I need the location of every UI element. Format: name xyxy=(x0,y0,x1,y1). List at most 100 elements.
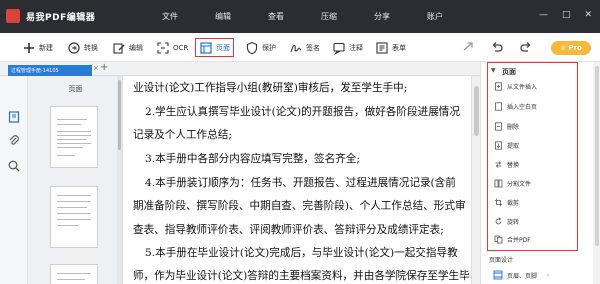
menu-account[interactable]: 账户 xyxy=(427,11,480,22)
page-thumbnail[interactable] xyxy=(50,264,98,284)
comment-button[interactable]: 注释 xyxy=(332,38,363,57)
header-footer-icon xyxy=(493,270,503,280)
crop-item[interactable]: 裁剪 xyxy=(494,198,519,207)
delete-item[interactable]: 删除 xyxy=(494,122,519,131)
page-thumbnail-panel: 页面 xyxy=(28,76,123,284)
delete-icon xyxy=(495,122,502,131)
protect-button[interactable]: 保护 xyxy=(245,38,276,57)
edit-button[interactable]: 编辑 xyxy=(112,38,143,57)
maximize-icon[interactable]: □ xyxy=(562,10,571,20)
page-tools-panel: ▼ 页面 从文件插入 插入空白页 删除 提取 替换 分割文件 裁剪 旋转 合并P… xyxy=(480,62,600,284)
extract-item[interactable]: 提取 xyxy=(494,141,519,150)
document-scrollbar-thumb[interactable] xyxy=(474,86,479,136)
insert-blank-page-item[interactable]: 插入空白页 xyxy=(494,102,537,111)
menu-share[interactable]: 分享 xyxy=(374,11,427,22)
thumbnails-icon[interactable] xyxy=(7,110,21,124)
split-icon xyxy=(494,179,503,188)
form-button[interactable]: 表单 xyxy=(375,38,406,57)
thumbnail-scrollbar[interactable] xyxy=(117,76,122,284)
menu-bar: 文件 编辑 查看 压缩 分享 账户 xyxy=(162,11,480,22)
ocr-button[interactable]: OCR xyxy=(156,38,188,57)
extract-label: 提取 xyxy=(507,143,520,150)
title-bar: 易我PDF编辑器 文件 编辑 查看 压缩 分享 账户 — □ ✕ xyxy=(0,0,600,33)
merge-pdf-item[interactable]: 合并PDF xyxy=(494,235,531,244)
collapse-caret-icon[interactable]: ▼ xyxy=(491,67,496,74)
add-tab-icon[interactable]: + xyxy=(100,62,108,73)
undo-icon[interactable] xyxy=(490,40,504,54)
menu-view[interactable]: 查看 xyxy=(268,11,321,22)
toolbar: 新建 转换 编辑 OCR 页面 保护 签名 注释 表单 ♕ Pro xyxy=(0,33,600,62)
document-tab[interactable]: 过程管理手册-14105 xyxy=(8,65,92,76)
sign-button[interactable]: 签名 xyxy=(289,38,320,57)
chevron-right-icon: › xyxy=(547,271,550,279)
document-line: 5.本手册在毕业设计(论文)完成后，与毕业设计(论文)一起交指导教 xyxy=(145,247,458,259)
left-tool-rail xyxy=(0,76,28,284)
menu-edit[interactable]: 编辑 xyxy=(215,11,268,22)
tab-close-icon[interactable]: × xyxy=(93,64,99,72)
split-file-label: 分割文件 xyxy=(507,181,532,188)
minimize-icon[interactable]: — xyxy=(539,10,548,20)
document-line: 4.本手册装订顺序为：任务书、开题报告、过程进展情况记录(含前 xyxy=(145,177,456,189)
convert-button[interactable]: 转换 xyxy=(67,38,98,57)
replace-item[interactable]: 替换 xyxy=(494,160,519,169)
attachment-icon[interactable] xyxy=(7,134,21,148)
edit-label: 编辑 xyxy=(129,43,143,52)
document-line: 业设计(论文)工作指导小组(教研室)审核后，发至学生手中; xyxy=(133,82,408,94)
sign-label: 签名 xyxy=(306,43,320,52)
menu-file[interactable]: 文件 xyxy=(162,11,215,22)
protect-label: 保护 xyxy=(262,43,276,52)
document-scrollbar[interactable] xyxy=(471,76,480,284)
plus-icon xyxy=(24,42,34,53)
convert-icon xyxy=(68,41,80,54)
form-label: 表单 xyxy=(392,43,406,52)
document-line: 3.本手册中各部分内容应填写完整，签名齐全; xyxy=(145,153,360,165)
insert-from-file-item[interactable]: 从文件插入 xyxy=(494,82,537,91)
page-button[interactable]: 页面 xyxy=(195,38,234,57)
new-button[interactable]: 新建 xyxy=(22,38,53,57)
page-thumbnail[interactable] xyxy=(50,106,98,168)
rotate-item[interactable]: 旋转 xyxy=(494,217,519,226)
thumbnail-scrollbar-thumb[interactable] xyxy=(118,80,121,150)
close-icon[interactable]: ✕ xyxy=(584,10,592,20)
header-footer-label: 页眉、页脚 xyxy=(507,272,538,280)
share-icon[interactable] xyxy=(461,40,475,54)
crop-icon xyxy=(494,198,503,207)
crown-icon: ♕ xyxy=(560,44,567,52)
edit-icon xyxy=(113,42,125,54)
thumbnail-panel-title: 页面 xyxy=(68,85,83,93)
search-icon[interactable] xyxy=(7,159,21,173)
crop-label: 裁剪 xyxy=(507,200,520,207)
rotate-label: 旋转 xyxy=(507,219,520,226)
document-line: 期准备阶段、撰写阶段、中期自查、完善阶段)、个人工作总结、形式审 xyxy=(133,200,466,212)
signature-icon xyxy=(290,44,302,52)
pro-badge[interactable]: ♕ Pro xyxy=(551,41,591,55)
document-line: 师，作为毕业设计(论文)答辩的主要档案资料，并由各学院保存至学生毕 xyxy=(133,270,470,282)
delete-label: 删除 xyxy=(507,124,520,131)
document-line: 2.学生应认真撰写毕业设计(论文)的开题报告，做好各阶段进展情况 xyxy=(145,106,460,118)
page-tools-highlight: ▼ 页面 从文件插入 插入空白页 删除 提取 替换 分割文件 裁剪 旋转 合并P… xyxy=(487,62,578,251)
ocr-icon xyxy=(157,41,169,54)
app-logo-icon xyxy=(6,9,20,23)
split-file-item[interactable]: 分割文件 xyxy=(494,179,531,188)
document-line: 查表、指导教师评价表、评阅教师评价表、答辩评分及成绩评定表; xyxy=(133,224,444,236)
page-thumbnail[interactable] xyxy=(50,186,98,248)
tools-panel-scrollbar[interactable] xyxy=(593,62,600,284)
menu-compress[interactable]: 压缩 xyxy=(321,11,374,22)
document-view[interactable]: 业设计(论文)工作指导小组(教研室)审核后，发至学生手中; 2.学生应认真撰写毕… xyxy=(123,76,480,284)
redo-icon[interactable] xyxy=(519,40,533,54)
merge-pdf-label: 合并PDF xyxy=(507,237,531,244)
ocr-label: OCR xyxy=(173,43,189,52)
replace-label: 替换 xyxy=(507,162,520,169)
rotate-icon xyxy=(495,217,502,225)
tools-panel-scrollbar-thumb[interactable] xyxy=(595,66,599,246)
page-tools-header: 页面 xyxy=(502,68,516,76)
page-icon xyxy=(200,41,212,54)
document-line: 记录及个人工作总结; xyxy=(133,129,232,141)
insert-blank-page-label: 插入空白页 xyxy=(507,104,538,111)
file-insert-icon xyxy=(495,82,502,91)
convert-label: 转换 xyxy=(84,43,98,52)
window-controls: — □ ✕ xyxy=(539,10,592,20)
blank-page-icon xyxy=(495,102,502,111)
header-footer-item[interactable]: 页眉、页脚 › xyxy=(493,270,549,280)
pro-label: Pro xyxy=(568,44,582,52)
